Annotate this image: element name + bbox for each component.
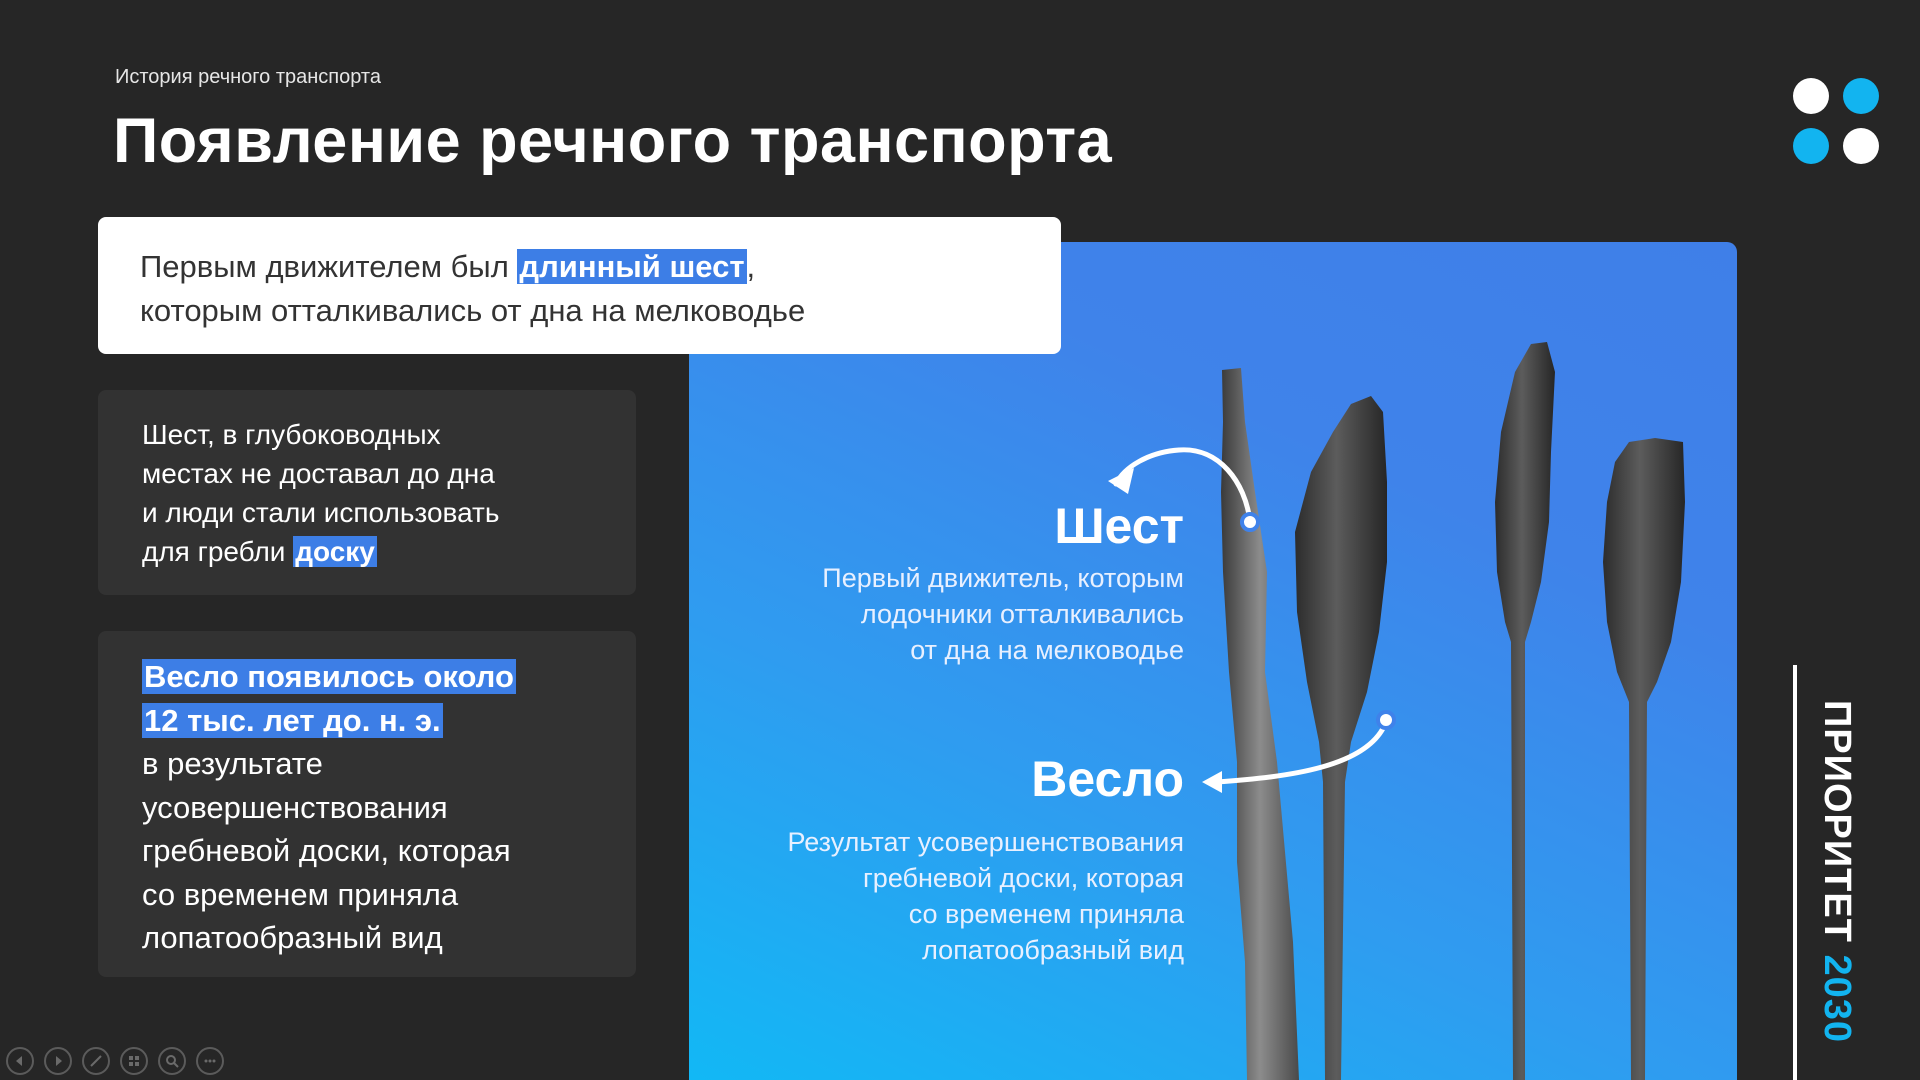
oar-text-line: со временем приняла [142,876,459,912]
pole-desc-line: лодочники отталкивались [860,599,1184,629]
oar-highlight-line: 12 тыс. лет до. н. э. [142,699,592,743]
logo-dot-white [1843,128,1879,164]
oar-text-line: гребневой доски, которая [142,833,511,868]
oar-shape-3 [1495,342,1555,1080]
oar-marker [1376,710,1396,730]
pen-tool-button[interactable] [82,1047,110,1075]
pole-label-title: Шест [1054,498,1184,554]
more-options-button[interactable] [196,1047,224,1075]
zoom-button[interactable] [158,1047,186,1075]
logo-dot-white [1793,78,1829,114]
brand-year: 2030 [1816,954,1858,1044]
pole-intro-line-1: Первым движителем был длинный шест, [140,245,1019,289]
slides-grid-button[interactable] [120,1047,148,1075]
board-text: для гребли [142,536,294,567]
oar-card: Весло появилось около 12 тыс. лет до. н.… [98,631,636,977]
logo-dot-cyan [1793,128,1829,164]
pole-label-description: Первый движитель, которым лодочники отта… [822,560,1184,668]
prev-arrow-icon [16,1056,22,1066]
next-arrow-icon [56,1056,62,1066]
next-slide-button[interactable] [44,1047,72,1075]
intro-text: Первым движителем был [140,249,518,284]
oar-text-line: в результате [142,746,323,781]
board-text-line: для гребли доску [142,532,592,571]
pole-desc-line: Первый движитель, которым [822,563,1184,593]
page-title: Появление речного транспорта [113,106,1113,176]
oars-illustration-panel: Шест Первый движитель, которым лодочники… [689,242,1737,1080]
oar-label-description: Результат усовершенствования гребневой д… [787,824,1184,968]
more-icon [204,1059,216,1063]
oar-desc-line: лопатообразный вид [922,935,1184,965]
pole-intro-line-2: которым отталкивались от дна на мелковод… [140,293,806,328]
oar-highlight-line: Весло появилось около [142,655,592,699]
pole-marker [1240,512,1260,532]
board-text-line: и люди стали использовать [142,497,500,528]
brand-word: ПРИОРИТЕТ [1816,700,1858,943]
prev-slide-button[interactable] [6,1047,34,1075]
logo-dot-cyan [1843,78,1879,114]
board-text-line: Шест, в глубоководных [142,419,441,450]
slides-grid-icon [129,1056,139,1066]
logo-dots [1793,78,1883,168]
oar-desc-line: гребневой доски, которая [862,863,1184,893]
brand-vertical-text: ПРИОРИТЕТ 2030 [1815,700,1858,1043]
pen-icon [90,1055,102,1067]
oar-label-title: Весло [1031,751,1184,807]
oar-desc-line: Результат усовершенствования [787,827,1184,857]
oar-highlight: 12 тыс. лет до. н. э. [142,702,443,738]
oar-text-line: лопатообразный вид [142,920,443,955]
board-text-line: местах не доставал до дна [142,458,495,489]
pole-desc-line: от дна на мелководье [910,635,1184,665]
pole-arrow-head [1108,468,1134,494]
intro-text: , [746,249,756,284]
pole-intro-card: Первым движителем был длинный шест, кото… [98,217,1061,354]
board-card: Шест, в глубоководных местах не доставал… [98,390,636,595]
oar-highlight: Весло появилось около [142,659,516,694]
oar-desc-line: со временем приняла [908,899,1184,929]
oar-text-line: усовершенствования [142,789,448,825]
breadcrumb: История речного транспорта [115,66,381,88]
board-highlight: доску [293,536,377,567]
oar-shape-4 [1603,438,1685,1080]
oar-arrow-head [1202,771,1222,793]
intro-highlight: длинный шест [517,249,747,284]
brand-divider [1793,665,1797,1080]
zoom-icon [166,1055,179,1068]
presentation-controls [6,1047,224,1075]
